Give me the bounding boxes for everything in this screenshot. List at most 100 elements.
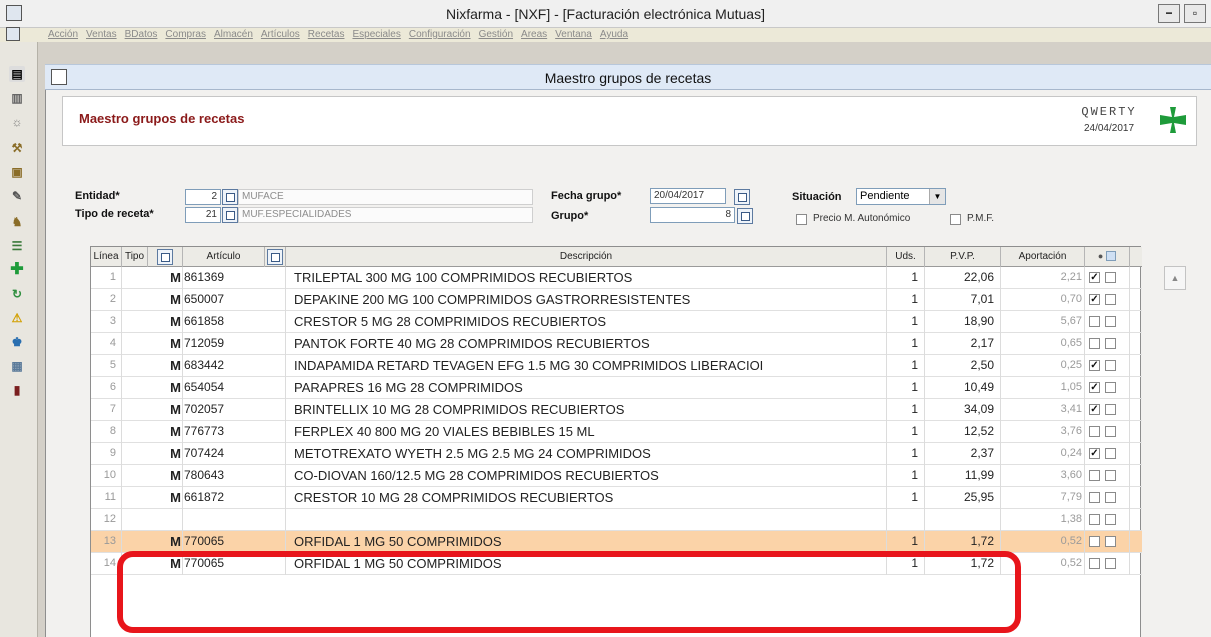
table-row[interactable]: 7 M 702057 BRINTELLIX 10 MG 28 COMPRIMIDOS … [91, 399, 1142, 421]
row-mark-checkbox[interactable] [1105, 382, 1116, 393]
col-linea[interactable]: Línea [91, 247, 122, 267]
row-include-checkbox[interactable] [1089, 426, 1100, 437]
menu-item[interactable]: Especiales [352, 29, 400, 40]
col-tipo[interactable]: Tipo [122, 247, 148, 267]
row-include-checkbox[interactable] [1089, 338, 1100, 349]
chevron-down-icon[interactable]: ▼ [929, 189, 945, 204]
row-mark-checkbox[interactable] [1105, 360, 1116, 371]
row-include-checkbox[interactable] [1089, 470, 1100, 481]
tipo-receta-lookup-icon[interactable] [222, 207, 238, 223]
row-mark-checkbox[interactable] [1105, 338, 1116, 349]
pmf-checkbox[interactable] [950, 214, 961, 225]
table-row[interactable]: 12 1,38 [91, 509, 1142, 531]
tipo-filter-icon[interactable] [157, 249, 173, 265]
grupo-input[interactable]: 8 [650, 207, 735, 223]
menu-item[interactable]: Artículos [261, 29, 300, 40]
table-row[interactable]: 6 M 654054 PARAPRES 16 MG 28 COMPRIMIDOS 1 10… [91, 377, 1142, 399]
table-row[interactable]: 8 M 776773 FERPLEX 40 800 MG 20 VIALES BEBI… [91, 421, 1142, 443]
table-row[interactable]: 13 M 770065 ORFIDAL 1 MG 50 COMPRIMIDOS 1 1,7… [91, 531, 1142, 553]
row-include-checkbox[interactable] [1089, 536, 1100, 547]
row-mark-checkbox[interactable] [1105, 514, 1116, 525]
stack-icon[interactable]: ☰ [9, 238, 25, 254]
row-line-number: 7 [91, 399, 122, 421]
table-row[interactable]: 1 M 861369 TRILEPTAL 300 MG 100 COMPRIMIDOS… [91, 267, 1142, 289]
menu-item[interactable]: Ayuda [600, 29, 628, 40]
row-include-checkbox[interactable]: ✓ [1089, 448, 1100, 459]
restore-button[interactable]: ▫ [1184, 4, 1206, 23]
settings-icon[interactable]: ☼ [9, 114, 25, 130]
people-icon[interactable]: ♚ [9, 334, 25, 350]
menu-item[interactable]: Configuración [409, 29, 471, 40]
entidad-lookup-icon[interactable] [222, 189, 238, 205]
row-mark-checkbox[interactable] [1105, 316, 1116, 327]
table-row[interactable]: 10 M 780643 CO-DIOVAN 160/12.5 MG 28 COMPRI… [91, 465, 1142, 487]
pencil-icon[interactable]: ✎ [9, 188, 25, 204]
table-row[interactable]: 4 M 712059 PANTOK FORTE 40 MG 28 COMPRIMIDO… [91, 333, 1142, 355]
row-include-checkbox[interactable]: ✓ [1089, 382, 1100, 393]
box-icon[interactable]: ▣ [9, 164, 25, 180]
menu-item[interactable]: Acción [48, 29, 78, 40]
barcode-icon[interactable]: ▮ [9, 382, 25, 398]
pharmacy-cross-icon[interactable]: ✚ [9, 262, 25, 278]
col-aportacion[interactable]: Aportación [1001, 247, 1085, 267]
row-mark-checkbox[interactable] [1105, 536, 1116, 547]
menu-item[interactable]: BDatos [125, 29, 158, 40]
menu-item[interactable]: Almacén [214, 29, 253, 40]
row-mark-checkbox[interactable] [1105, 492, 1116, 503]
left-toolbar: ▤ ▥ ☼ ⚒ ▣ ✎ ♞ ☰ ✚ ↻ ⚠ ♚ ▦ ▮ [0, 42, 38, 637]
menu-item[interactable]: Compras [165, 29, 206, 40]
situacion-select[interactable]: Pendiente ▼ [856, 188, 946, 205]
col-pvp[interactable]: P.V.P. [925, 247, 1001, 267]
users-icon[interactable]: ♞ [9, 214, 25, 230]
row-mark-checkbox[interactable] [1105, 558, 1116, 569]
row-mark-checkbox[interactable] [1105, 294, 1116, 305]
table-row[interactable]: 5 M 683442 INDAPAMIDA RETARD TEVAGEN EFG 1.… [91, 355, 1142, 377]
screen-icon[interactable]: ▤ [9, 66, 25, 82]
row-include-checkbox[interactable] [1089, 558, 1100, 569]
row-mark-checkbox[interactable] [1105, 272, 1116, 283]
refresh-icon[interactable]: ↻ [9, 286, 25, 302]
row-mark-checkbox[interactable] [1105, 404, 1116, 415]
col-articulo-lookup[interactable] [265, 247, 286, 267]
row-mark-checkbox[interactable] [1105, 448, 1116, 459]
toggle-all-icon[interactable] [1106, 251, 1117, 262]
table-row[interactable]: 9 M 707424 METOTREXATO WYETH 2.5 MG 2.5 MG … [91, 443, 1142, 465]
row-include-checkbox[interactable]: ✓ [1089, 294, 1100, 305]
grid-icon[interactable]: ▦ [9, 358, 25, 374]
menu-item[interactable]: Areas [521, 29, 547, 40]
precio-autonomico-checkbox[interactable] [796, 214, 807, 225]
row-mark-checkbox[interactable] [1105, 426, 1116, 437]
menu-item[interactable]: Recetas [308, 29, 345, 40]
row-flags: ✓ [1085, 355, 1130, 377]
mdi-window-icon[interactable] [6, 27, 20, 41]
row-include-checkbox[interactable] [1089, 492, 1100, 503]
menu-item[interactable]: Gestión [479, 29, 513, 40]
row-line-number: 4 [91, 333, 122, 355]
row-include-checkbox[interactable] [1089, 316, 1100, 327]
table-row[interactable]: 11 M 661872 CRESTOR 10 MG 28 COMPRIMIDOS RE… [91, 487, 1142, 509]
tipo-receta-code-input[interactable]: 21 [185, 207, 221, 223]
print-icon[interactable]: ▥ [9, 90, 25, 106]
warning-icon[interactable]: ⚠ [9, 310, 25, 326]
table-row[interactable]: 3 M 661858 CRESTOR 5 MG 28 COMPRIMIDOS RECU… [91, 311, 1142, 333]
minimize-button[interactable]: − [1158, 4, 1180, 23]
menu-item[interactable]: Ventana [555, 29, 592, 40]
fecha-grupo-input[interactable]: 20/04/2017 [650, 188, 726, 204]
articulo-filter-icon[interactable] [267, 249, 283, 265]
row-include-checkbox[interactable] [1089, 514, 1100, 525]
row-include-checkbox[interactable]: ✓ [1089, 360, 1100, 371]
menu-item[interactable]: Ventas [86, 29, 117, 40]
row-include-checkbox[interactable]: ✓ [1089, 404, 1100, 415]
table-row[interactable]: 2 M 650007 DEPAKINE 200 MG 100 COMPRIMIDOS … [91, 289, 1142, 311]
row-mark-checkbox[interactable] [1105, 470, 1116, 481]
col-tipo-lookup[interactable] [148, 247, 183, 267]
calendar-icon[interactable] [734, 189, 750, 205]
entidad-code-input[interactable]: 2 [185, 189, 221, 205]
scrollbar-up-button[interactable]: ▲ [1164, 266, 1186, 290]
row-include-checkbox[interactable]: ✓ [1089, 272, 1100, 283]
col-descripcion[interactable]: Descripción [286, 247, 887, 267]
tools-icon[interactable]: ⚒ [9, 140, 25, 156]
col-uds[interactable]: Uds. [887, 247, 925, 267]
grupo-lookup-icon[interactable] [737, 208, 753, 224]
col-articulo[interactable]: Artículo [183, 247, 265, 267]
